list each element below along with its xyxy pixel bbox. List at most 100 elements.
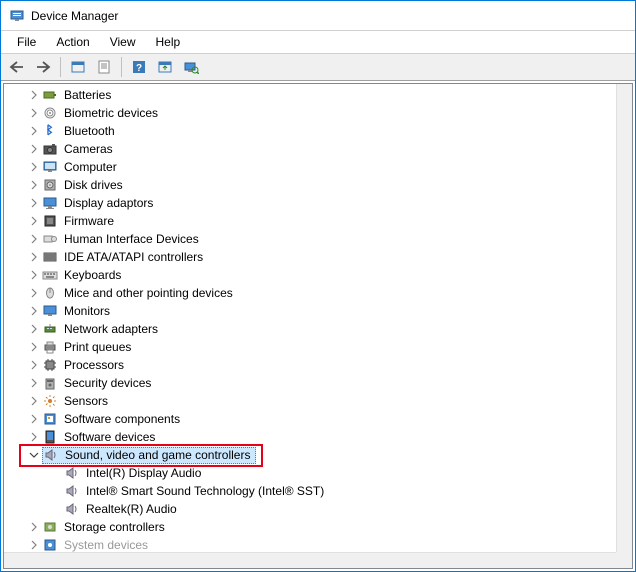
monitor-icon — [42, 303, 58, 319]
sound-icon — [64, 501, 80, 517]
tree-item-label: Software devices — [62, 430, 157, 444]
tree-item[interactable]: Cameras — [4, 140, 616, 158]
battery-icon — [42, 87, 58, 103]
device-tree[interactable]: Batteries Biometric devices Bluetooth Camer… — [4, 84, 616, 552]
keyboard-icon — [42, 267, 58, 283]
tree-item[interactable]: IDE ATA/ATAPI controllers — [4, 248, 616, 266]
tree-item[interactable]: Biometric devices — [4, 104, 616, 122]
chevron-right-icon[interactable] — [26, 231, 42, 247]
printer-icon — [42, 339, 58, 355]
tree-item-label: IDE ATA/ATAPI controllers — [62, 250, 205, 264]
help-button[interactable]: ? — [127, 56, 151, 78]
sensor-icon — [42, 393, 58, 409]
chevron-right-icon[interactable] — [26, 519, 42, 535]
tree-item[interactable]: Firmware — [4, 212, 616, 230]
tree-item-label: Sound, video and game controllers — [63, 448, 252, 462]
menu-help[interactable]: Help — [146, 33, 191, 51]
toolbar: ? — [1, 53, 635, 81]
chevron-right-icon[interactable] — [26, 87, 42, 103]
tree-item-label: Biometric devices — [62, 106, 160, 120]
chevron-right-icon[interactable] — [26, 393, 42, 409]
cpu-icon — [42, 357, 58, 373]
chevron-right-icon[interactable] — [26, 339, 42, 355]
forward-button[interactable] — [31, 56, 55, 78]
system-icon — [42, 537, 58, 552]
tree-item-label: Monitors — [62, 304, 112, 318]
tree-item[interactable]: System devices — [4, 536, 616, 552]
tree-item-label: Human Interface Devices — [62, 232, 201, 246]
mouse-icon — [42, 285, 58, 301]
menu-action[interactable]: Action — [46, 33, 99, 51]
content-area: Batteries Biometric devices Bluetooth Camer… — [3, 83, 633, 569]
tree-item[interactable]: Disk drives — [4, 176, 616, 194]
update-driver-button[interactable] — [153, 56, 177, 78]
camera-icon — [42, 141, 58, 157]
chevron-right-icon[interactable] — [26, 141, 42, 157]
swcomp-icon — [42, 411, 58, 427]
chevron-right-icon[interactable] — [26, 303, 42, 319]
fingerprint-icon — [42, 105, 58, 121]
chevron-right-icon[interactable] — [26, 429, 42, 445]
chevron-right-icon[interactable] — [26, 123, 42, 139]
chevron-right-icon[interactable] — [26, 159, 42, 175]
chevron-right-icon[interactable] — [26, 321, 42, 337]
tree-item[interactable]: Print queues — [4, 338, 616, 356]
tree-item[interactable]: Processors — [4, 356, 616, 374]
chevron-right-icon[interactable] — [26, 357, 42, 373]
back-button[interactable] — [5, 56, 29, 78]
show-hidden-button[interactable] — [66, 56, 90, 78]
tree-item-label: Firmware — [62, 214, 116, 228]
tree-item[interactable]: Network adapters — [4, 320, 616, 338]
window-title: Device Manager — [31, 9, 118, 23]
tree-item[interactable]: Storage controllers — [4, 518, 616, 536]
tree-item[interactable]: Computer — [4, 158, 616, 176]
chevron-right-icon[interactable] — [26, 537, 42, 552]
menu-file[interactable]: File — [7, 33, 46, 51]
chevron-right-icon[interactable] — [26, 411, 42, 427]
tree-item[interactable]: Display adaptors — [4, 194, 616, 212]
tree-item[interactable]: Batteries — [4, 86, 616, 104]
tree-item[interactable]: Human Interface Devices — [4, 230, 616, 248]
tree-item[interactable]: Software devices — [4, 428, 616, 446]
tree-item-label: Print queues — [62, 340, 133, 354]
tree-item-label: Bluetooth — [62, 124, 117, 138]
tree-item[interactable]: Security devices — [4, 374, 616, 392]
tree-item[interactable]: Bluetooth — [4, 122, 616, 140]
chevron-down-icon[interactable] — [26, 447, 42, 463]
scan-hardware-button[interactable] — [179, 56, 203, 78]
chevron-right-icon[interactable] — [26, 213, 42, 229]
chevron-right-icon[interactable] — [26, 249, 42, 265]
tree-item-label: Network adapters — [62, 322, 160, 336]
tree-item-label: Processors — [62, 358, 126, 372]
menu-view[interactable]: View — [100, 33, 146, 51]
tree-item[interactable]: Sound, video and game controllers — [4, 446, 616, 464]
tree-item-label: Sensors — [62, 394, 110, 408]
tree-item[interactable]: Monitors — [4, 302, 616, 320]
sound-icon — [64, 465, 80, 481]
tree-item[interactable]: Intel(R) Display Audio — [4, 464, 616, 482]
disk-icon — [42, 177, 58, 193]
chevron-right-icon[interactable] — [26, 195, 42, 211]
scroll-corner — [616, 552, 632, 568]
tree-item[interactable]: Realtek(R) Audio — [4, 500, 616, 518]
chevron-right-icon[interactable] — [26, 177, 42, 193]
chevron-right-icon[interactable] — [26, 375, 42, 391]
horizontal-scrollbar[interactable] — [4, 552, 616, 568]
toolbar-separator — [60, 57, 61, 77]
titlebar: Device Manager — [1, 1, 635, 31]
tree-item[interactable]: Software components — [4, 410, 616, 428]
chevron-right-icon[interactable] — [26, 267, 42, 283]
tree-item[interactable]: Mice and other pointing devices — [4, 284, 616, 302]
toolbar-separator — [121, 57, 122, 77]
swdev-icon — [42, 429, 58, 445]
chevron-right-icon[interactable] — [26, 285, 42, 301]
storage-icon — [42, 519, 58, 535]
tree-item-label: Storage controllers — [62, 520, 167, 534]
tree-item[interactable]: Keyboards — [4, 266, 616, 284]
chevron-right-icon[interactable] — [26, 105, 42, 121]
firmware-icon — [42, 213, 58, 229]
properties-button[interactable] — [92, 56, 116, 78]
tree-item[interactable]: Sensors — [4, 392, 616, 410]
tree-item[interactable]: Intel® Smart Sound Technology (Intel® SS… — [4, 482, 616, 500]
vertical-scrollbar[interactable] — [616, 84, 632, 552]
